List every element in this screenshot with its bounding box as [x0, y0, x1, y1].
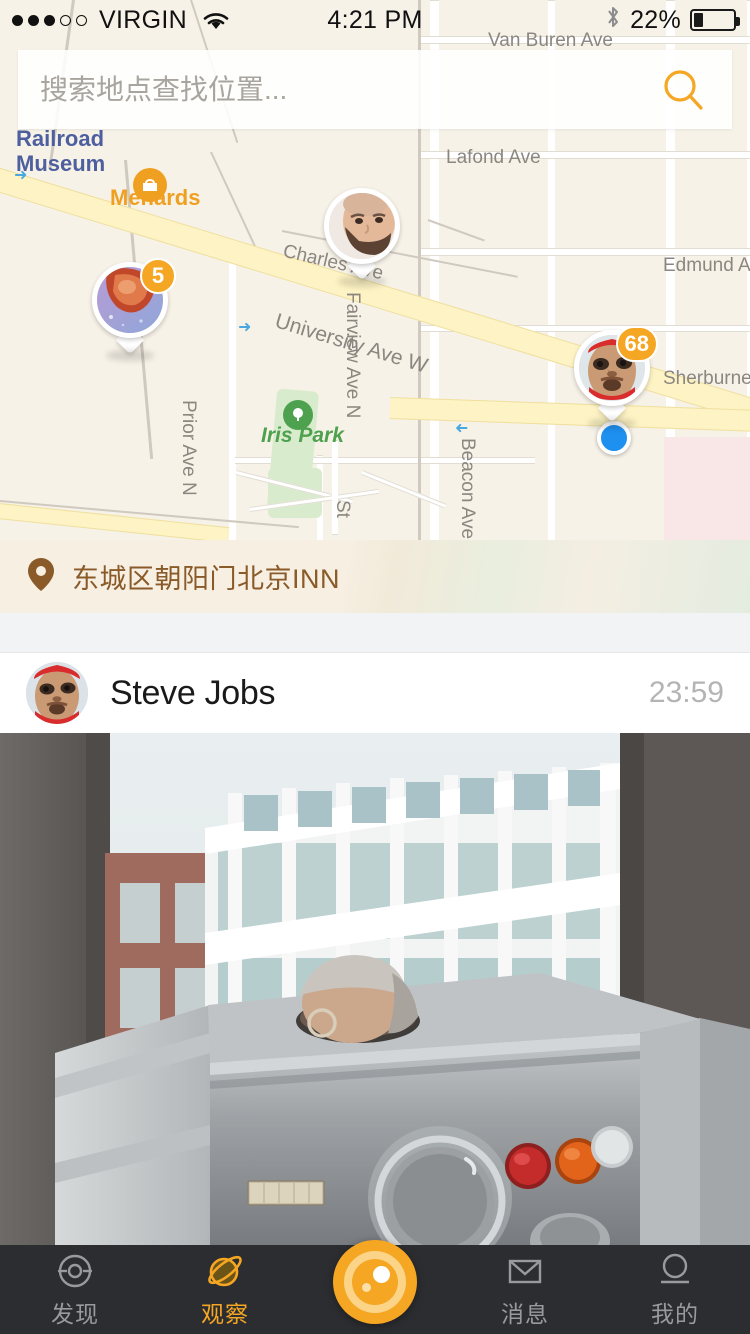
post-header[interactable]: Steve Jobs 23:59 — [0, 653, 750, 733]
search-input[interactable] — [40, 73, 656, 106]
map-label: Iris Park — [261, 424, 344, 447]
pin-count-badge: 68 — [615, 326, 658, 362]
battery-percent-label: 22% — [630, 5, 681, 34]
map-label: St — [332, 500, 353, 518]
map-label: Lafond Ave — [446, 147, 541, 168]
camera-lens — [352, 1259, 398, 1305]
map-label: Museum — [16, 151, 106, 176]
tab-label-discover: 发现 — [51, 1300, 99, 1327]
post-author-name: Steve Jobs — [110, 673, 276, 712]
tab-label-observe: 观察 — [201, 1300, 249, 1327]
battery-fill — [694, 13, 704, 27]
pin-shadow — [106, 350, 154, 361]
pin-body — [324, 188, 400, 264]
lens-highlight-small — [362, 1283, 371, 1292]
person-icon — [655, 1251, 695, 1291]
map-label: Railroad — [16, 126, 105, 151]
camera-shutter-icon[interactable] — [333, 1240, 417, 1324]
app-root: ➜ ➜ ➜ Van Buren Ave Railroad Museum Lafo… — [0, 0, 750, 1334]
pin-count-badge: 5 — [140, 258, 176, 294]
camera-inner-ring — [344, 1251, 406, 1313]
map-pin-icon — [28, 557, 54, 596]
bluetooth-icon — [605, 4, 621, 37]
status-bar: VIRGIN 4:21 PM 22% — [0, 0, 750, 40]
tab-messages[interactable]: 消息 — [450, 1245, 600, 1334]
battery-icon — [690, 9, 740, 31]
map-pin-avatar[interactable]: 5 — [92, 258, 176, 361]
lens-highlight-large — [373, 1266, 390, 1283]
map-label: Edmund Ave — [663, 255, 750, 276]
avatar-image — [26, 662, 88, 724]
pin-shadow — [338, 276, 386, 287]
map-label: Menards — [110, 185, 201, 210]
status-right: 22% — [605, 4, 740, 37]
location-name: 东城区朝阳门北京INN — [72, 564, 340, 594]
bottom-tab-bar[interactable]: 发现 观察 消息 我的 — [0, 1240, 750, 1334]
compass-icon — [55, 1251, 95, 1291]
pin-shadow — [588, 418, 636, 429]
map-pin-avatar[interactable] — [324, 188, 400, 287]
post-image[interactable] — [0, 733, 750, 1245]
tab-label-profile: 我的 — [651, 1300, 699, 1327]
tab-label-messages: 消息 — [501, 1300, 549, 1327]
map-pin-avatar[interactable]: 68 — [574, 326, 658, 429]
tab-observe[interactable]: 观察 — [150, 1245, 300, 1334]
section-separator — [0, 613, 750, 653]
map-zone-area — [664, 437, 750, 542]
envelope-icon — [505, 1251, 545, 1291]
map-label: Beacon Ave — [457, 438, 478, 540]
planet-icon — [205, 1251, 245, 1291]
search-icon[interactable] — [656, 63, 710, 117]
post-image-overlay — [55, 955, 750, 1245]
map-label: Prior Ave N — [178, 400, 199, 496]
map-path — [332, 440, 338, 535]
post-timestamp: 23:59 — [648, 676, 724, 709]
map-direction-arrow: ➜ — [238, 319, 252, 336]
search-bar[interactable] — [18, 50, 732, 129]
map-label: Sherburne Ave — [663, 368, 750, 389]
avatar-face-bearded — [329, 193, 395, 259]
map-direction-arrow: ➜ — [455, 419, 469, 436]
tab-profile[interactable]: 我的 — [600, 1245, 750, 1334]
avatar[interactable] — [26, 662, 88, 724]
tab-discover[interactable]: 发现 — [0, 1245, 150, 1334]
current-location-bar[interactable]: 东城区朝阳门北京INN — [0, 540, 750, 613]
